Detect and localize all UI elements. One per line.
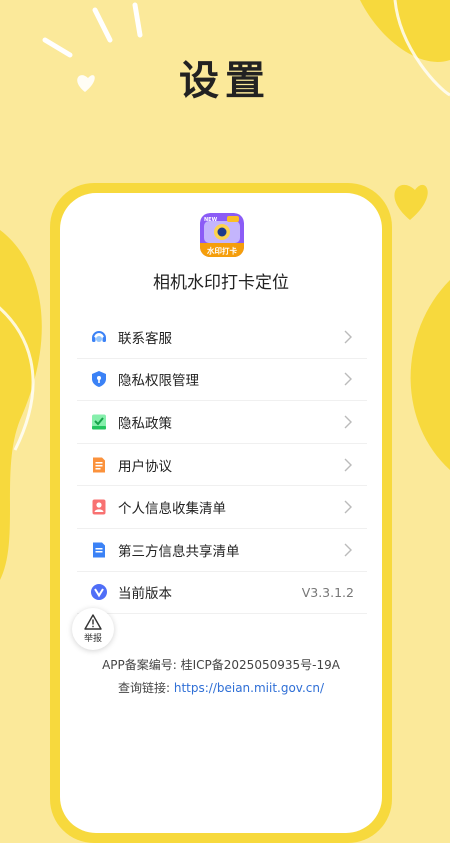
query-link[interactable]: https://beian.miit.gov.cn/: [174, 681, 324, 695]
query-link-prefix: 查询链接:: [117, 681, 171, 695]
app-icon: 水印打卡 NEW: [200, 213, 244, 257]
chevron-right-icon: [344, 330, 352, 344]
menu-item-label: 第三方信息共享清单: [118, 543, 240, 560]
menu-item-privacy-permissions[interactable]: 隐私权限管理: [77, 359, 367, 402]
version-value: V3.3.1.2: [301, 584, 354, 600]
icp-record-prefix: APP备案编号:: [102, 658, 177, 672]
icp-record: APP备案编号: 桂ICP备2025050935号-19A: [60, 656, 382, 673]
menu-item-label: 隐私权限管理: [118, 373, 199, 390]
menu-item-privacy-policy[interactable]: 隐私政策: [77, 401, 367, 444]
menu-item-current-version[interactable]: 当前版本 V3.3.1.2: [77, 572, 367, 615]
app-icon-badge-text: 水印打卡: [207, 246, 237, 256]
share-list-icon: [93, 542, 105, 558]
headset-icon: [92, 330, 106, 342]
menu-item-user-agreement[interactable]: 用户协议: [77, 444, 367, 487]
menu-item-label: 个人信息收集清单: [118, 501, 226, 518]
policy-doc-icon: [92, 414, 106, 430]
menu-item-label: 用户协议: [118, 458, 172, 475]
page-title: 设置: [179, 58, 271, 104]
chevron-right-icon: [344, 372, 352, 386]
chevron-right-icon: [344, 543, 352, 557]
app-icon-new-tag: NEW: [204, 217, 218, 223]
menu-item-label: 隐私政策: [118, 415, 172, 432]
warning-icon: [84, 614, 102, 630]
query-link-line: 查询链接: https://beian.miit.gov.cn/: [60, 679, 382, 696]
version-icon: [91, 584, 107, 601]
report-button[interactable]: 举报: [72, 608, 114, 650]
menu-item-personal-info-list[interactable]: 个人信息收集清单: [77, 486, 367, 529]
person-card-icon: [92, 499, 106, 515]
icp-record-number: 桂ICP备2025050935号-19A: [180, 658, 340, 672]
document-icon: [93, 457, 105, 473]
chevron-right-icon: [344, 415, 352, 429]
chevron-right-icon: [344, 500, 352, 514]
shield-icon: [92, 371, 106, 388]
chevron-right-icon: [344, 458, 352, 472]
settings-menu: 联系客服 隐私权限管理 隐私政策 用户协议 个人信息收集清单 第三方信息共享清单…: [77, 316, 367, 615]
menu-item-label: 当前版本: [118, 586, 172, 603]
app-name: 相机水印打卡定位: [153, 273, 289, 293]
report-label: 举报: [83, 634, 102, 644]
menu-item-third-party-sharing[interactable]: 第三方信息共享清单: [77, 529, 367, 572]
menu-item-label: 联系客服: [118, 330, 172, 347]
menu-item-contact-support[interactable]: 联系客服: [77, 316, 367, 359]
